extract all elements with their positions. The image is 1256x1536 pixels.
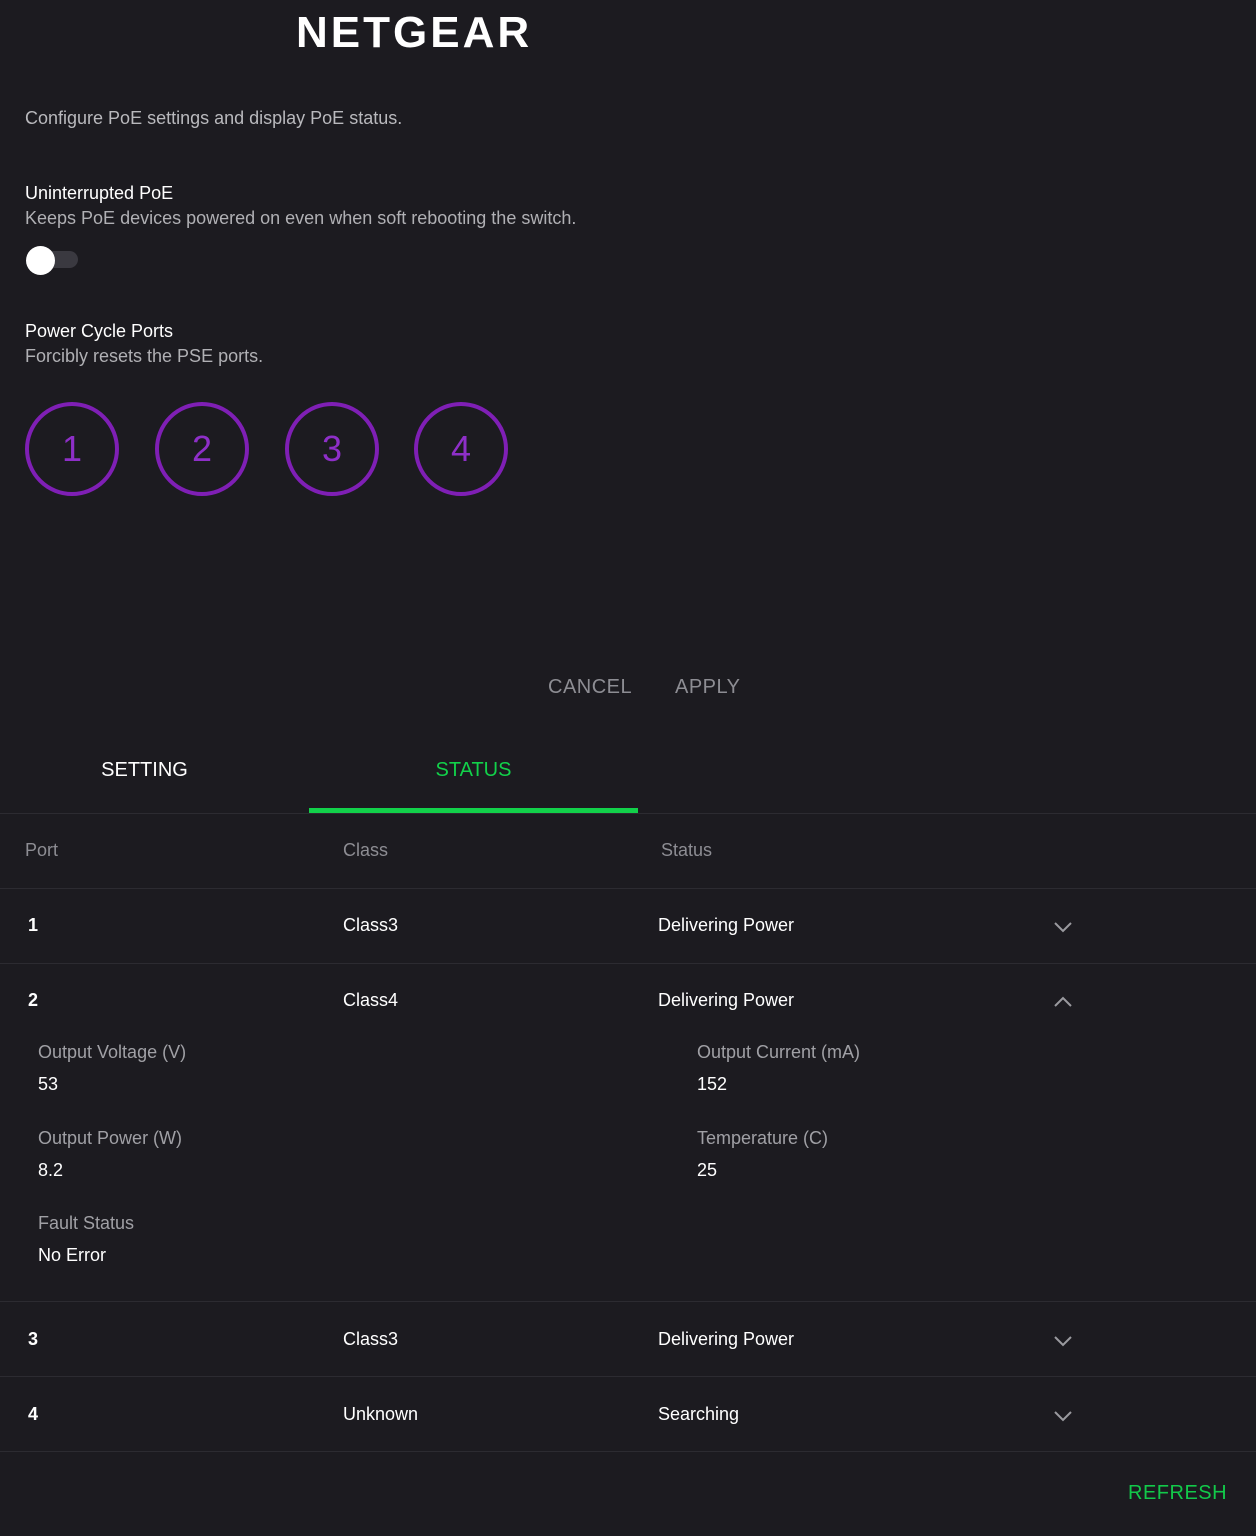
header-divider	[0, 888, 1256, 889]
netgear-logo: NETGEAR	[296, 8, 533, 57]
row-4-port: 4	[28, 1404, 39, 1424]
row-divider	[0, 1301, 1256, 1302]
tab-status[interactable]: STATUS	[309, 728, 638, 812]
row-divider	[0, 1451, 1256, 1452]
row-divider	[0, 1376, 1256, 1377]
chevron-down-icon[interactable]	[1053, 921, 1073, 933]
power-cycle-subtitle: Forcibly resets the PSE ports.	[25, 346, 264, 366]
chevron-down-icon[interactable]	[1053, 1410, 1073, 1422]
power-cycle-title: Power Cycle Ports	[25, 321, 174, 341]
cancel-button[interactable]: CANCEL	[548, 676, 632, 699]
uninterrupted-poe-title: Uninterrupted PoE	[25, 183, 174, 203]
row-1-class: Class3	[343, 915, 399, 935]
apply-button[interactable]: APPLY	[675, 676, 741, 699]
page-description: Configure PoE settings and display PoE s…	[25, 108, 403, 128]
output-current-label: Output Current (mA)	[697, 1042, 861, 1062]
output-current-value: 152	[697, 1074, 728, 1094]
power-cycle-port-3-button[interactable]: 3	[285, 402, 379, 496]
chevron-up-icon[interactable]	[1053, 996, 1073, 1008]
column-header-port: Port	[25, 840, 59, 860]
output-power-label: Output Power (W)	[38, 1128, 183, 1148]
tabs-divider	[0, 813, 1256, 814]
row-1-port: 1	[28, 915, 39, 935]
row-3-port: 3	[28, 1329, 39, 1349]
temperature-value: 25	[697, 1160, 718, 1180]
row-3-status: Delivering Power	[658, 1329, 795, 1349]
column-header-class: Class	[343, 840, 389, 860]
uninterrupted-poe-toggle[interactable]	[26, 246, 78, 275]
temperature-label: Temperature (C)	[697, 1128, 829, 1148]
power-cycle-port-2-button[interactable]: 2	[155, 402, 249, 496]
tab-setting[interactable]: SETTING	[0, 728, 309, 812]
refresh-button[interactable]: REFRESH	[1128, 1482, 1227, 1505]
row-3-class: Class3	[343, 1329, 399, 1349]
output-voltage-value: 53	[38, 1074, 59, 1094]
row-1-status: Delivering Power	[658, 915, 795, 935]
row-4-class: Unknown	[343, 1404, 419, 1424]
row-2-status: Delivering Power	[658, 990, 795, 1010]
toggle-knob	[26, 246, 55, 275]
chevron-down-icon[interactable]	[1053, 1335, 1073, 1347]
row-2-port: 2	[28, 990, 39, 1010]
uninterrupted-poe-subtitle: Keeps PoE devices powered on even when s…	[25, 208, 577, 228]
power-cycle-port-1-button[interactable]: 1	[25, 402, 119, 496]
fault-status-value: No Error	[38, 1245, 107, 1265]
fault-status-label: Fault Status	[38, 1213, 135, 1233]
power-cycle-port-4-button[interactable]: 4	[414, 402, 508, 496]
row-2-class: Class4	[343, 990, 399, 1010]
output-power-value: 8.2	[38, 1160, 64, 1180]
column-header-status: Status	[661, 840, 713, 860]
output-voltage-label: Output Voltage (V)	[38, 1042, 187, 1062]
row-divider	[0, 963, 1256, 964]
row-4-status: Searching	[658, 1404, 740, 1424]
